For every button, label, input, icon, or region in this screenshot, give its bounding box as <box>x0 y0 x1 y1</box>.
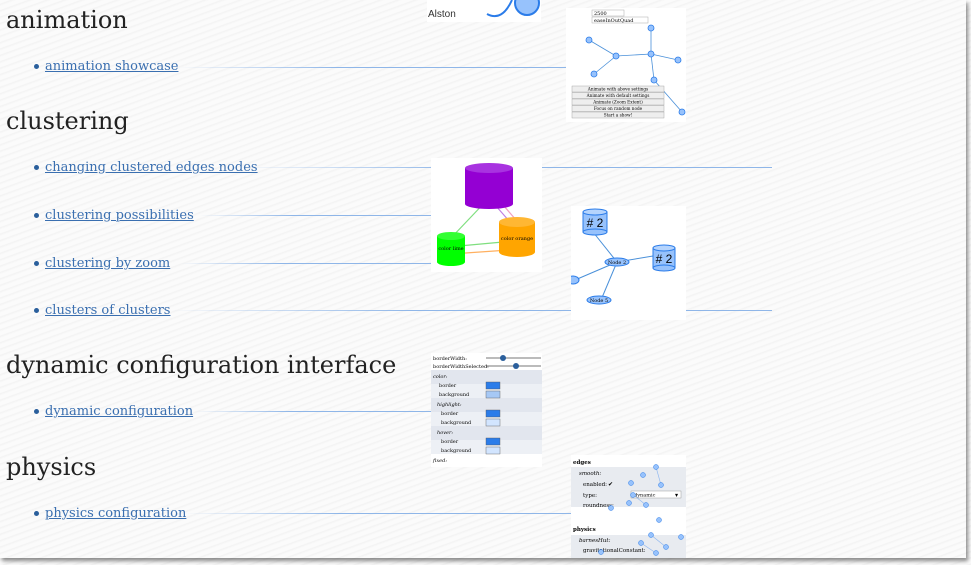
network-preview-icon: Alston <box>428 0 540 20</box>
connector-line <box>185 513 572 514</box>
thumbnail-animation-showcase[interactable]: 2500 easeInOutQuad Animate with above se… <box>566 8 686 122</box>
node-label: Alston <box>428 9 456 20</box>
list-item: animation showcase <box>34 59 178 74</box>
animate-zoom-button: Animate (Zoom Extent) <box>592 100 643 105</box>
physics-label: type: <box>583 493 597 499</box>
list-item: dynamic configuration <box>34 404 193 419</box>
physics-preview: edges smooth: enabled: type: roundness: … <box>571 460 686 558</box>
thumbnail-physics-configuration[interactable]: edges smooth: enabled: type: roundness: … <box>571 455 686 558</box>
list-item: clustering possibilities <box>34 208 194 223</box>
bullet-icon <box>34 308 39 313</box>
config-label: highlight: <box>437 402 462 408</box>
physics-label: edges <box>573 460 591 466</box>
connector-line <box>195 411 432 412</box>
section-title-clustering: clustering <box>6 107 129 135</box>
config-label: background <box>441 448 472 454</box>
link-animation-showcase[interactable]: animation showcase <box>45 59 178 74</box>
bullet-icon <box>34 409 39 414</box>
physics-label: barnesHut: <box>579 538 611 544</box>
section-title-animation: animation <box>6 6 128 34</box>
physics-label: smooth: <box>579 471 601 477</box>
bullet-icon <box>34 165 39 170</box>
list-item: clusters of clusters <box>34 303 170 318</box>
link-clustering-possibilities[interactable]: clustering possibilities <box>45 208 194 223</box>
duration-value: 2500 <box>594 11 607 17</box>
cluster-preview: color lime color orange <box>437 163 535 266</box>
node-label-orange: color orange <box>501 236 533 242</box>
screenshot-frame <box>0 0 966 558</box>
connector-line <box>180 67 572 68</box>
link-changing-clustered-edges-nodes[interactable]: changing clustered edges nodes <box>45 160 258 175</box>
type-select-value: dynamic <box>634 493 656 499</box>
link-clusters-of-clusters[interactable]: clusters of clusters <box>45 303 170 318</box>
physics-label: gravitationalConstant: <box>583 548 646 554</box>
config-label: borderWidthSelected: <box>433 364 489 370</box>
section-title-physics: physics <box>6 453 97 481</box>
config-label: border <box>441 411 459 417</box>
config-label: hover: <box>437 430 453 436</box>
thumbnail-clustering[interactable]: color lime color orange <box>431 158 542 272</box>
physics-label: physics <box>573 527 596 533</box>
cluster-label: # 2 <box>656 252 673 266</box>
start-show-button: Start a show! <box>604 113 633 118</box>
node-label: Node 2 <box>608 260 626 266</box>
connector-line <box>200 215 432 216</box>
bullet-icon <box>34 213 39 218</box>
config-label: border <box>439 383 457 389</box>
animate-settings-button: Animate with above settings <box>587 87 648 92</box>
bullet-icon <box>34 64 39 69</box>
node-label: Node 5 <box>590 298 608 304</box>
config-label: fixed: <box>432 458 447 464</box>
thumbnail-clustering-by-zoom[interactable]: # 2 # 2 Node 2 Node 5 <box>571 206 686 320</box>
list-item: physics configuration <box>34 506 186 521</box>
config-preview: borderWidth: borderWidthSelected: color:… <box>431 355 542 464</box>
config-label: background <box>441 420 472 426</box>
config-label: background <box>439 392 470 398</box>
link-clustering-by-zoom[interactable]: clustering by zoom <box>45 256 170 271</box>
zoom-cluster-preview: # 2 # 2 Node 2 Node 5 <box>571 208 676 305</box>
connector-line <box>180 263 432 264</box>
list-item: clustering by zoom <box>34 256 170 271</box>
link-physics-configuration[interactable]: physics configuration <box>45 506 186 521</box>
list-item: changing clustered edges nodes <box>34 160 258 175</box>
focus-random-button: Focus on random node <box>594 106 643 111</box>
thumbnail-dynamic-configuration[interactable]: borderWidth: borderWidthSelected: color:… <box>431 353 542 467</box>
physics-label: enabled: <box>583 482 607 488</box>
config-label: borderWidth: <box>433 356 467 362</box>
node-label-lime: color lime <box>438 246 463 252</box>
bullet-icon <box>34 511 39 516</box>
animate-default-button: Animate with default settings <box>586 93 650 98</box>
cluster-label: # 2 <box>587 216 604 230</box>
thumbnail-network-partial[interactable]: Alston <box>427 0 541 22</box>
section-title-dynamic-configuration: dynamic configuration interface <box>6 351 397 379</box>
link-dynamic-configuration[interactable]: dynamic configuration <box>45 404 193 419</box>
animation-preview: 2500 easeInOutQuad Animate with above se… <box>571 9 686 119</box>
bullet-icon <box>34 261 39 266</box>
check-icon: ✔ <box>608 481 613 488</box>
config-label: border <box>441 439 459 445</box>
config-label: color: <box>433 374 448 380</box>
easing-value: easeInOutQuad <box>594 18 634 24</box>
